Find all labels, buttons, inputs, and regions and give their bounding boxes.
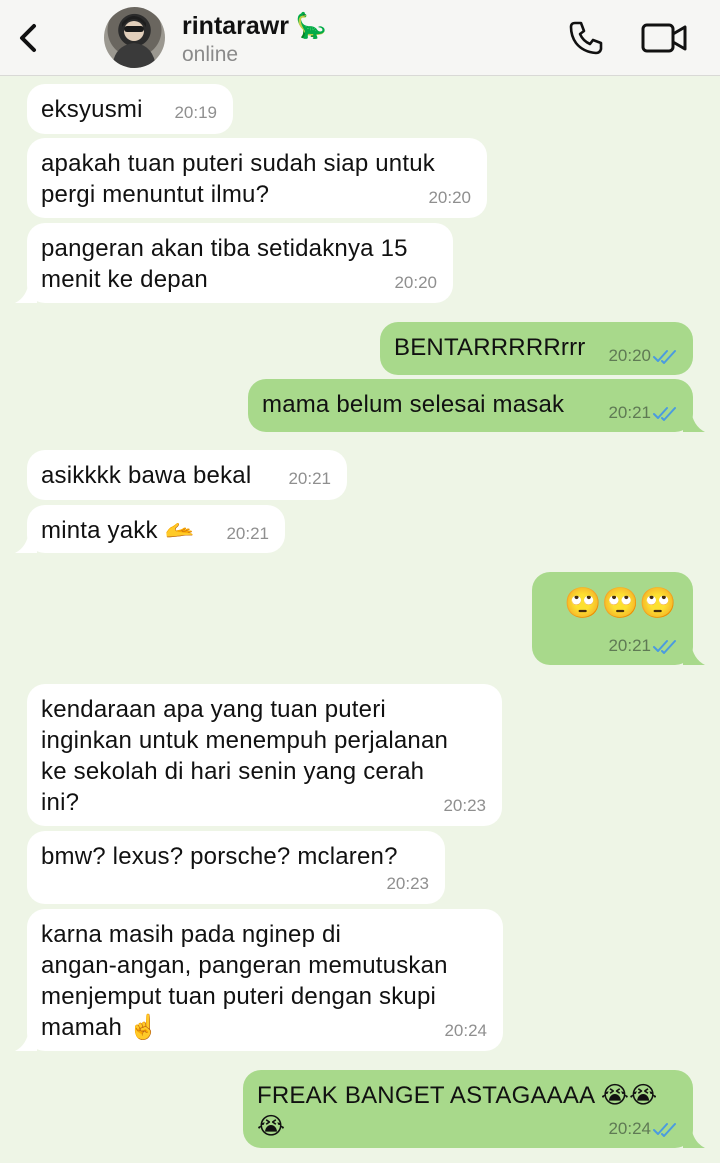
contact-avatar[interactable] <box>104 7 165 68</box>
message-text: karna masih pada nginep di angan-angan, … <box>41 921 448 1041</box>
message-text: pangeran akan tiba setidaknya 15 menit k… <box>41 235 408 293</box>
message-text: bmw? lexus? porsche? mclaren? <box>41 843 398 870</box>
message-bubble-outgoing[interactable]: FREAK BANGET ASTAGAAAA 😭😭 😭 20:24 <box>243 1070 705 1148</box>
read-receipt-icon <box>653 1123 676 1137</box>
message-bubble-incoming[interactable]: kendaraan apa yang tuan puteri inginkan … <box>27 684 502 826</box>
bubble-tail <box>15 281 37 303</box>
message-bubble-incoming[interactable]: asikkkk bawa bekal 20:21 <box>27 450 347 500</box>
message-time: 20:21 <box>608 403 651 422</box>
chat-header: rintarawr 🦕 online <box>0 0 720 76</box>
message-time: 20:21 <box>608 636 651 655</box>
bubble-tail <box>683 1126 705 1148</box>
message-time: 20:24 <box>444 1021 487 1040</box>
message-text: apakah tuan puteri sudah siap untuk perg… <box>41 150 435 208</box>
message-bubble-incoming[interactable]: eksyusmi 20:19 <box>27 84 233 134</box>
message-bubble-incoming[interactable]: bmw? lexus? porsche? mclaren? 20:23 <box>27 831 445 904</box>
message-bubble-incoming[interactable]: pangeran akan tiba setidaknya 15 menit k… <box>15 223 453 303</box>
message-bubble-outgoing[interactable]: BENTARRRRRrrr 20:20 <box>380 322 693 375</box>
message-time: 20:24 <box>608 1119 651 1138</box>
read-receipt-icon <box>653 350 676 364</box>
message-text: 🙄🙄🙄 <box>564 587 677 620</box>
message-time: 20:20 <box>428 188 471 207</box>
bubble-tail <box>15 531 37 553</box>
read-receipt-icon <box>653 640 676 654</box>
message-text: kendaraan apa yang tuan puteri inginkan … <box>41 696 449 816</box>
contact-name[interactable]: rintarawr 🦕 <box>182 12 327 41</box>
message-time: 20:23 <box>386 874 429 893</box>
message-bubble-outgoing[interactable]: mama belum selesai masak 20:21 <box>248 379 705 432</box>
message-bubble-incoming[interactable]: minta yakk 🫴 20:21 <box>15 505 285 553</box>
message-time: 20:19 <box>174 103 217 122</box>
read-receipt-icon <box>653 407 676 421</box>
message-time: 20:21 <box>226 524 269 543</box>
message-time: 20:21 <box>288 469 331 488</box>
message-bubble-outgoing[interactable]: 🙄🙄🙄 20:21 <box>532 572 705 665</box>
bubble-tail <box>15 1029 37 1051</box>
message-bubble-incoming[interactable]: karna masih pada nginep di angan-angan, … <box>15 909 503 1051</box>
contact-status: online <box>182 43 239 66</box>
phone-icon[interactable] <box>566 18 606 58</box>
message-time: 20:23 <box>443 796 486 815</box>
message-time: 20:20 <box>608 346 651 365</box>
video-call-icon[interactable] <box>640 20 688 56</box>
bubble-tail <box>683 643 705 665</box>
message-bubble-incoming[interactable]: apakah tuan puteri sudah siap untuk perg… <box>27 138 487 218</box>
back-chevron-icon[interactable] <box>10 20 46 56</box>
message-time: 20:20 <box>394 273 437 292</box>
bubble-tail <box>683 410 705 432</box>
